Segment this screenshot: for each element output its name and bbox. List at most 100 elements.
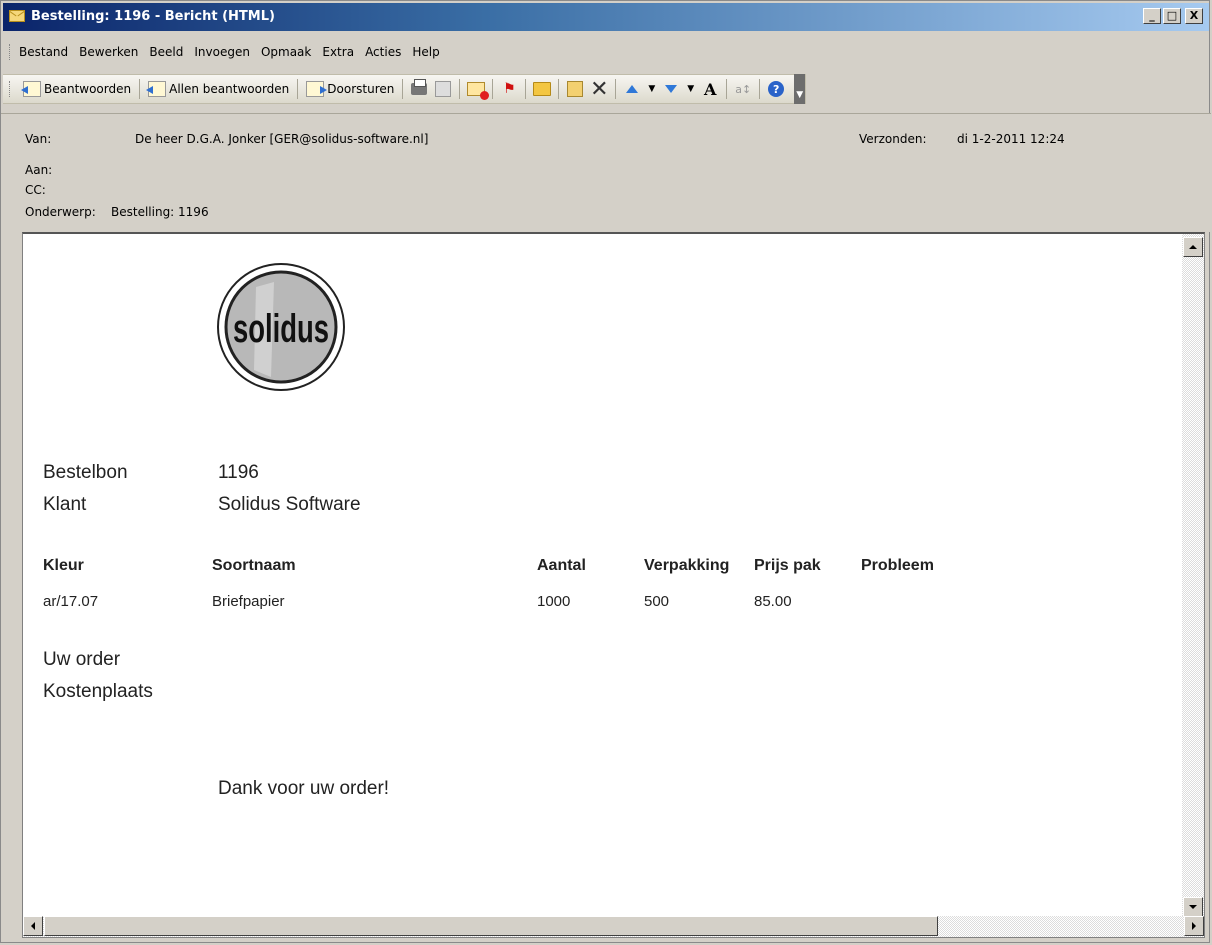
klant-value: Solidus Software xyxy=(218,494,361,515)
previous-item-icon xyxy=(626,85,639,93)
message-body-pane[interactable]: solidus Bestelbon 1196 Klant Solidus Sof… xyxy=(22,232,1205,938)
bestelbon-value: 1196 xyxy=(218,462,259,483)
previous-item-button[interactable] xyxy=(622,79,642,99)
folder-icon xyxy=(533,82,552,96)
from-value[interactable]: De heer D.G.A. Jonker [GER@solidus-softw… xyxy=(135,132,428,146)
toolbar-separator xyxy=(402,79,404,99)
close-button[interactable]: X xyxy=(1185,8,1203,24)
flag-icon: ⚑ xyxy=(503,81,516,97)
cc-row: CC: xyxy=(25,183,46,197)
forward-label: Doorsturen xyxy=(327,82,395,96)
copy-icon xyxy=(435,81,452,97)
reply-button[interactable]: Beantwoorden xyxy=(19,77,135,101)
uw-order-label: Uw order xyxy=(43,649,121,670)
translate-button[interactable]: a↕ xyxy=(733,79,753,99)
menu-extra[interactable]: Extra xyxy=(322,45,363,59)
bestelbon-label: Bestelbon xyxy=(43,462,128,483)
copy-button[interactable] xyxy=(433,79,453,99)
flag-button[interactable]: ⚑ xyxy=(499,79,519,99)
previous-dropdown-icon[interactable]: ▼ xyxy=(648,84,655,94)
toolbar-separator xyxy=(492,79,494,99)
delete-button[interactable]: ✕ xyxy=(589,76,609,102)
toolbar-grip-icon[interactable] xyxy=(9,81,13,97)
cell-prijs-pak: 85.00 xyxy=(754,593,792,610)
sent-row: Verzonden: di 1-2-2011 12:24 xyxy=(859,132,1065,146)
col-verpakking: Verpakking xyxy=(644,557,730,574)
menu-bar: Bestand Bewerken Beeld Invoegen Opmaak E… xyxy=(3,42,451,62)
toolbar-options-chevron-icon[interactable]: ▼ xyxy=(794,74,806,104)
arrow-down-icon xyxy=(1189,905,1197,909)
scroll-down-button[interactable] xyxy=(1183,897,1203,917)
menu-opmaak[interactable]: Opmaak xyxy=(261,45,320,59)
menu-beeld[interactable]: Beeld xyxy=(149,45,192,59)
from-row: Van: De heer D.G.A. Jonker [GER@solidus-… xyxy=(25,132,428,146)
mark-unread-button[interactable] xyxy=(466,79,490,100)
col-prijs-pak: Prijs pak xyxy=(754,557,821,574)
message-window: Bestelling: 1196 - Bericht (HTML) _ □ X … xyxy=(0,0,1211,943)
logo-wordmark: solidus xyxy=(233,307,329,351)
reply-label: Beantwoorden xyxy=(44,82,132,96)
menu-acties[interactable]: Acties xyxy=(365,45,410,59)
arrow-up-icon xyxy=(1189,245,1197,249)
cell-verpakking: 500 xyxy=(644,593,670,610)
arrow-left-icon xyxy=(31,922,35,930)
arrow-right-icon xyxy=(1192,922,1196,930)
title-bar[interactable]: Bestelling: 1196 - Bericht (HTML) _ □ X xyxy=(3,3,1209,31)
window-controls: _ □ X xyxy=(1143,8,1203,24)
toolbar-separator xyxy=(759,79,761,99)
scroll-right-button[interactable] xyxy=(1184,916,1204,936)
kostenplaats-label: Kostenplaats xyxy=(43,681,153,702)
solidus-logo: solidus xyxy=(217,263,345,391)
menu-invoegen[interactable]: Invoegen xyxy=(194,45,259,59)
move-icon xyxy=(567,81,584,97)
minimize-button[interactable]: _ xyxy=(1143,8,1161,24)
col-soortnaam: Soortnaam xyxy=(212,557,296,574)
horizontal-scrollbar[interactable] xyxy=(23,916,1204,937)
open-folder-button[interactable] xyxy=(532,79,552,99)
toolbar-separator xyxy=(459,79,461,99)
menu-bestand[interactable]: Bestand xyxy=(19,45,77,59)
horizontal-scroll-thumb[interactable] xyxy=(44,916,938,936)
forward-button[interactable]: Doorsturen xyxy=(302,77,398,101)
sent-label: Verzonden: xyxy=(859,132,927,146)
vertical-scrollbar[interactable] xyxy=(1182,234,1204,917)
next-dropdown-icon[interactable]: ▼ xyxy=(687,84,694,94)
translate-icon: a↕ xyxy=(735,82,752,96)
thanks-message: Dank voor uw order! xyxy=(218,778,390,799)
scroll-left-button[interactable] xyxy=(23,916,43,936)
cell-kleur: ar/17.07 xyxy=(43,593,99,610)
font-size-button[interactable]: A xyxy=(700,79,720,99)
menu-bewerken[interactable]: Bewerken xyxy=(79,45,147,59)
message-header: Van: De heer D.G.A. Jonker [GER@solidus-… xyxy=(1,113,1211,232)
forward-icon xyxy=(306,81,328,97)
cell-soortnaam: Briefpapier xyxy=(212,593,285,610)
standard-toolbar: Beantwoorden Allen beantwoorden Doorstur… xyxy=(3,74,807,104)
reply-icon xyxy=(21,81,41,97)
menu-help[interactable]: Help xyxy=(412,45,448,59)
envelope-icon xyxy=(9,10,25,22)
cc-label: CC: xyxy=(25,183,46,197)
to-label: Aan: xyxy=(25,163,53,177)
toolbar-separator xyxy=(297,79,299,99)
help-button[interactable]: ? xyxy=(766,79,786,99)
col-kleur: Kleur xyxy=(43,557,84,574)
move-to-folder-button[interactable] xyxy=(565,79,585,99)
col-probleem: Probleem xyxy=(861,557,934,574)
menu-grip-icon[interactable] xyxy=(9,44,13,60)
scroll-up-button[interactable] xyxy=(1183,237,1203,257)
next-item-button[interactable] xyxy=(661,79,681,99)
delete-icon: ✕ xyxy=(590,76,609,102)
toolbar-separator xyxy=(525,79,527,99)
next-item-icon xyxy=(665,85,678,93)
help-icon: ? xyxy=(768,81,785,97)
reply-all-button[interactable]: Allen beantwoorden xyxy=(144,77,293,101)
toolbar-separator xyxy=(615,79,617,99)
col-aantal: Aantal xyxy=(537,557,586,574)
print-button[interactable] xyxy=(409,79,429,99)
maximize-button[interactable]: □ xyxy=(1163,8,1181,24)
toolbar-separator xyxy=(726,79,728,99)
reply-all-label: Allen beantwoorden xyxy=(169,82,290,96)
font-size-icon: A xyxy=(703,79,717,99)
reply-all-icon xyxy=(146,81,167,97)
sent-value: di 1-2-2011 12:24 xyxy=(957,132,1065,146)
